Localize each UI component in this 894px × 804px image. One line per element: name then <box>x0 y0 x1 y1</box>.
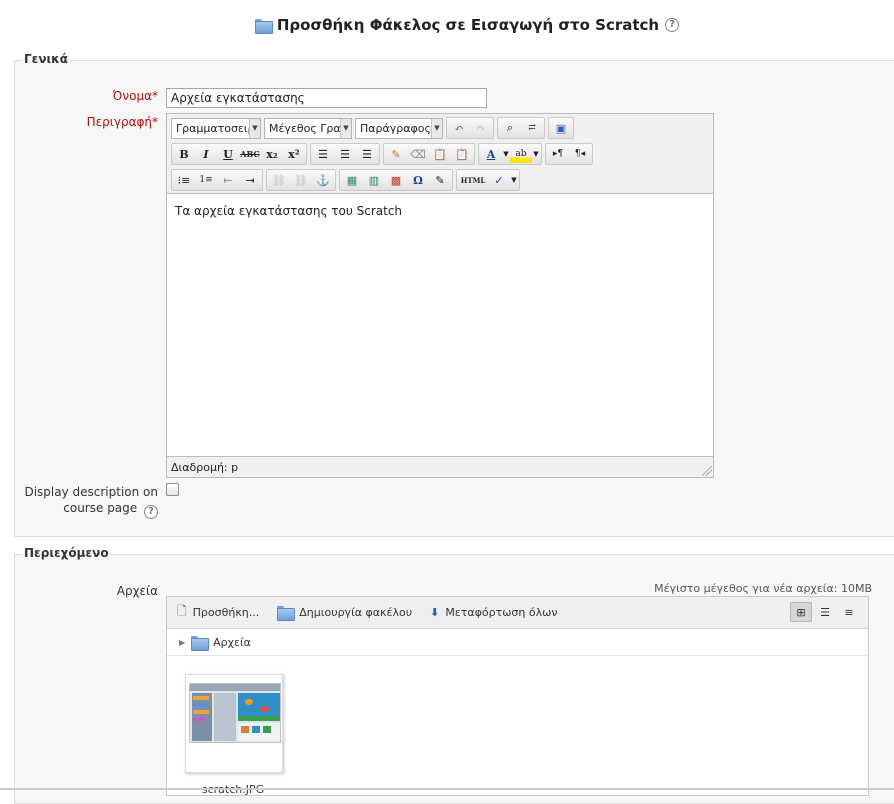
strikethrough-icon[interactable]: ABC <box>239 145 261 163</box>
direction-group: ▸¶ ¶◂ <box>545 143 593 165</box>
download-all-button[interactable]: ⬇ Μεταφόρτωση όλων <box>430 606 557 619</box>
help-icon[interactable]: ? <box>144 505 158 519</box>
general-legend[interactable]: Γενικά <box>22 52 70 66</box>
fullscreen-group: ▣ <box>548 117 574 139</box>
paste-icon[interactable]: 📋 <box>429 145 451 163</box>
html-source-icon[interactable]: HTML <box>458 171 488 189</box>
indent-icon[interactable]: ⇥ <box>239 171 261 189</box>
page-title-text: Προσθήκη Φάκελος σε Εισαγωγή στο Scratch <box>276 16 660 34</box>
highlight-color-icon[interactable]: ab <box>510 145 532 163</box>
moodle-media-icon[interactable]: ▩ <box>385 171 407 189</box>
name-label: Όνομα* <box>112 89 158 103</box>
eraser-icon[interactable]: ⌫ <box>407 145 429 163</box>
chevron-down-icon: ▼ <box>340 118 351 138</box>
font-family-select[interactable]: Γραμματοσειρά▼ <box>171 117 261 139</box>
editor-toolbar-row-3: ⁝≡ 1≡ ⇤ ⇥ ⛓ ⛓ ⚓ ▦ ▥ ▩ Ω ✎ HTML ✓ ▼ <box>171 168 520 192</box>
color-group: A ▼ ab ▼ <box>478 143 542 165</box>
description-label: Περιγραφή* <box>86 115 158 129</box>
create-folder-button[interactable]: Δημιουργία φακέλου <box>277 606 412 621</box>
list-view-icon[interactable]: ☰ <box>814 602 836 622</box>
editor-path: Διαδρομή: p <box>171 461 239 474</box>
bold-icon[interactable]: B <box>173 145 195 163</box>
fullscreen-icon[interactable]: ▣ <box>550 119 572 137</box>
underline-icon[interactable]: U <box>217 145 239 163</box>
superscript-icon[interactable]: x² <box>283 145 305 163</box>
align-center-icon[interactable]: ☰ <box>334 145 356 163</box>
redo-icon[interactable]: ↷ <box>470 119 492 137</box>
view-switcher: ⊞ ☰ ≡ <box>790 602 860 622</box>
paragraph-select[interactable]: Παράγραφος ▼ <box>355 117 443 139</box>
icon-view-icon[interactable]: ⊞ <box>790 602 812 622</box>
align-left-icon[interactable]: ☰ <box>312 145 334 163</box>
editor-content-area[interactable]: Τα αρχεία εγκατάστασης του Scratch <box>167 193 713 457</box>
undo-icon[interactable]: ↶ <box>448 119 470 137</box>
anchor-icon[interactable]: ⚓ <box>312 171 334 189</box>
files-label: Αρχεία <box>116 584 158 598</box>
file-manager: 🗋 Προσθήκη... Δημιουργία φακέλου ⬇ Μεταφ… <box>166 596 869 796</box>
tree-view-icon[interactable]: ≡ <box>838 602 860 622</box>
chevron-down-icon[interactable]: ▼ <box>532 145 540 163</box>
find-icon[interactable]: ⌕ <box>499 119 521 137</box>
page-title: Προσθήκη Φάκελος σε Εισαγωγή στο Scratch… <box>0 16 894 34</box>
ltr-icon[interactable]: ▸¶ <box>547 145 569 163</box>
chevron-down-icon[interactable]: ▼ <box>502 145 510 163</box>
display-description-checkbox[interactable] <box>166 483 179 496</box>
rtl-icon[interactable]: ¶◂ <box>569 145 591 163</box>
folder-icon <box>277 606 296 621</box>
file-manager-toolbar: 🗋 Προσθήκη... Δημιουργία φακέλου ⬇ Μεταφ… <box>167 597 868 629</box>
bullet-list-icon[interactable]: ⁝≡ <box>173 171 195 189</box>
required-star: * <box>152 115 158 129</box>
format-group: B I U ABC x₂ x² <box>171 143 307 165</box>
clipboard-group: ✎ ⌫ 📋 📋 <box>383 143 475 165</box>
align-right-icon[interactable]: ☰ <box>356 145 378 163</box>
list-group: ⁝≡ 1≡ ⇤ ⇥ <box>171 169 263 191</box>
content-legend[interactable]: Περιεχόμενο <box>22 546 111 560</box>
cleanup-icon[interactable]: ✎ <box>385 145 407 163</box>
folder-icon <box>191 635 210 651</box>
add-file-icon: 🗋 <box>177 604 187 618</box>
add-file-button[interactable]: 🗋 Προσθήκη... <box>177 602 259 623</box>
editor-content-text: Τα αρχεία εγκατάστασης του Scratch <box>175 204 403 218</box>
download-icon: ⬇ <box>430 606 440 619</box>
file-thumbnail[interactable] <box>185 674 283 773</box>
special-char-icon[interactable]: Ω <box>407 171 429 189</box>
image-icon[interactable]: ▦ <box>341 171 363 189</box>
resize-handle[interactable] <box>702 466 712 476</box>
file-preview-image <box>189 683 281 743</box>
text-color-icon[interactable]: A <box>480 145 502 163</box>
insert-group: ▦ ▥ ▩ Ω ✎ <box>339 169 453 191</box>
folder-icon <box>254 18 273 34</box>
help-icon[interactable]: ? <box>665 18 680 32</box>
edit-icon[interactable]: ✎ <box>429 171 451 189</box>
path-folder-label[interactable]: Αρχεία <box>213 636 251 649</box>
media-icon[interactable]: ▥ <box>363 171 385 189</box>
chevron-down-icon: ▼ <box>249 118 260 138</box>
spellcheck-icon[interactable]: ✓ <box>488 171 510 189</box>
link-group: ⛓ ⛓ ⚓ <box>266 169 336 191</box>
chevron-down-icon[interactable]: ▼ <box>510 171 518 189</box>
paste-word-icon[interactable]: 📋 <box>451 145 473 163</box>
file-manager-path: ▶ Αρχεία <box>167 629 868 656</box>
numbered-list-icon[interactable]: 1≡ <box>195 171 217 189</box>
undo-redo-group: ↶ ↷ <box>446 117 494 139</box>
editor-toolbar-row-2: B I U ABC x₂ x² ☰ ☰ ☰ ✎ ⌫ 📋 📋 A ▼ ab ▼ ▸… <box>171 142 593 166</box>
display-description-label: Display description on course page ? <box>24 485 158 519</box>
italic-icon[interactable]: I <box>195 145 217 163</box>
outdent-icon[interactable]: ⇤ <box>217 171 239 189</box>
name-input[interactable] <box>166 88 487 108</box>
max-file-size: Μέγιστο μέγεθος για νέα αρχεία: 10MB <box>654 582 872 595</box>
description-editor: Γραμματοσειρά▼ Μέγεθος Γραμμ▼ Παράγραφος… <box>166 113 714 478</box>
html-group: HTML ✓ ▼ <box>456 169 520 191</box>
required-star: * <box>152 89 158 103</box>
align-group: ☰ ☰ ☰ <box>310 143 380 165</box>
unlink-icon[interactable]: ⛓ <box>290 171 312 189</box>
font-size-select[interactable]: Μέγεθος Γραμμ▼ <box>264 117 352 139</box>
replace-icon[interactable]: ⇄ <box>521 119 543 137</box>
editor-toolbar-row-1: Γραμματοσειρά▼ Μέγεθος Γραμμ▼ Παράγραφος… <box>171 116 574 140</box>
search-group: ⌕ ⇄ <box>497 117 545 139</box>
link-icon[interactable]: ⛓ <box>268 171 290 189</box>
expand-arrow-icon[interactable]: ▶ <box>179 638 185 647</box>
chevron-down-icon: ▼ <box>431 118 442 138</box>
subscript-icon[interactable]: x₂ <box>261 145 283 163</box>
